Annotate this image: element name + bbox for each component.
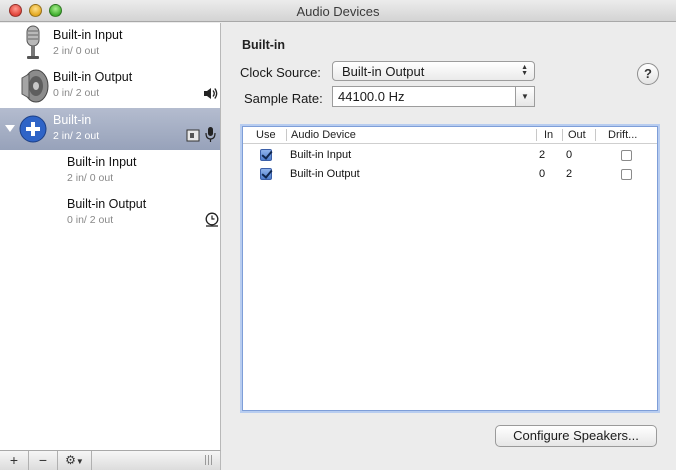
column-separator xyxy=(562,129,563,141)
table-row[interactable]: Built-in Output 0 2 xyxy=(243,165,657,184)
sample-rate-label: Sample Rate: xyxy=(244,91,323,106)
drift-correction-checkbox[interactable] xyxy=(621,169,632,180)
chevron-down-icon[interactable]: ▼ xyxy=(515,87,534,106)
column-header-in[interactable]: In xyxy=(544,129,553,141)
sidebar-toolbar: + − ⚙▼ xyxy=(0,450,221,470)
popup-arrows-icon: ▲ ▼ xyxy=(521,64,528,77)
device-item-built-in-aggregate[interactable]: Built-in 2 in/ 2 out xyxy=(0,108,220,150)
gear-menu-button[interactable]: ⚙▼ xyxy=(58,451,92,470)
device-name: Built-in xyxy=(53,113,92,127)
device-item-built-in-output[interactable]: Built-in Output 0 in/ 2 out xyxy=(0,65,220,107)
configure-speakers-button[interactable]: Configure Speakers... xyxy=(495,425,657,447)
clock-source-label: Clock Source: xyxy=(240,65,321,80)
microphone-status-icon xyxy=(205,127,216,142)
speaker-icon xyxy=(21,69,49,103)
device-name: Built-in Output xyxy=(53,70,133,84)
sample-rate-combo[interactable]: 44100.0 Hz ▼ xyxy=(332,86,535,107)
device-item-built-in-input[interactable]: Built-in Input 2 in/ 0 out xyxy=(0,23,220,65)
remove-device-button[interactable]: − xyxy=(29,451,58,470)
clock-source-popup[interactable]: Built-in Output ▲ ▼ xyxy=(332,61,535,81)
device-list: Built-in Input 2 in/ 0 out Built-in Outp… xyxy=(0,23,221,450)
sample-rate-value: 44100.0 Hz xyxy=(338,89,405,104)
audio-device-cell: Built-in Output xyxy=(290,168,360,180)
gear-icon: ⚙ xyxy=(65,453,76,467)
sub-device-built-in-input[interactable]: Built-in Input 2 in/ 0 out xyxy=(0,150,220,192)
use-checkbox[interactable] xyxy=(260,149,272,161)
device-name: Built-in Output xyxy=(67,197,147,211)
device-detail-pane: Built-in Clock Source: Built-in Output ▲… xyxy=(222,23,676,470)
use-checkbox[interactable] xyxy=(260,168,272,180)
output-device-icon xyxy=(186,129,200,142)
device-channels: 2 in/ 0 out xyxy=(67,172,114,184)
device-channels: 0 in/ 2 out xyxy=(53,87,100,99)
column-separator xyxy=(595,129,596,141)
resize-grip[interactable] xyxy=(205,455,213,465)
disclosure-triangle-icon[interactable] xyxy=(5,124,15,133)
aggregate-plus-icon xyxy=(19,115,47,143)
clock-source-icon xyxy=(205,212,219,227)
microphone-icon xyxy=(26,25,40,59)
sub-device-table: Use Audio Device In Out Drift... Built-i… xyxy=(242,126,658,411)
table-header: Use Audio Device In Out Drift... xyxy=(243,127,657,144)
device-name: Built-in Input xyxy=(53,28,123,42)
window-title: Audio Devices xyxy=(296,4,380,19)
table-row[interactable]: Built-in Input 2 0 xyxy=(243,146,657,165)
device-channels: 0 in/ 2 out xyxy=(67,214,114,226)
help-button[interactable]: ? xyxy=(637,63,659,85)
volume-icon xyxy=(204,88,218,99)
device-channels: 2 in/ 0 out xyxy=(53,45,100,57)
drift-correction-checkbox[interactable] xyxy=(621,150,632,161)
column-header-audio-device[interactable]: Audio Device xyxy=(291,129,356,141)
column-separator xyxy=(536,129,537,141)
out-cell: 2 xyxy=(566,168,573,180)
in-cell: 2 xyxy=(539,149,546,161)
column-header-use[interactable]: Use xyxy=(256,129,276,141)
title-bar: Audio Devices xyxy=(0,0,676,22)
add-device-button[interactable]: + xyxy=(0,451,29,470)
audio-device-cell: Built-in Input xyxy=(290,149,352,161)
column-header-drift[interactable]: Drift... xyxy=(608,129,637,141)
device-channels: 2 in/ 2 out xyxy=(53,130,100,142)
clock-source-value: Built-in Output xyxy=(342,64,425,79)
column-separator xyxy=(286,129,287,141)
device-title: Built-in xyxy=(242,38,286,52)
column-header-out[interactable]: Out xyxy=(568,129,586,141)
sub-device-built-in-output[interactable]: Built-in Output 0 in/ 2 out xyxy=(0,192,220,234)
out-cell: 0 xyxy=(566,149,573,161)
device-name: Built-in Input xyxy=(67,155,137,169)
in-cell: 0 xyxy=(539,168,546,180)
chevron-down-icon: ▼ xyxy=(75,457,84,466)
